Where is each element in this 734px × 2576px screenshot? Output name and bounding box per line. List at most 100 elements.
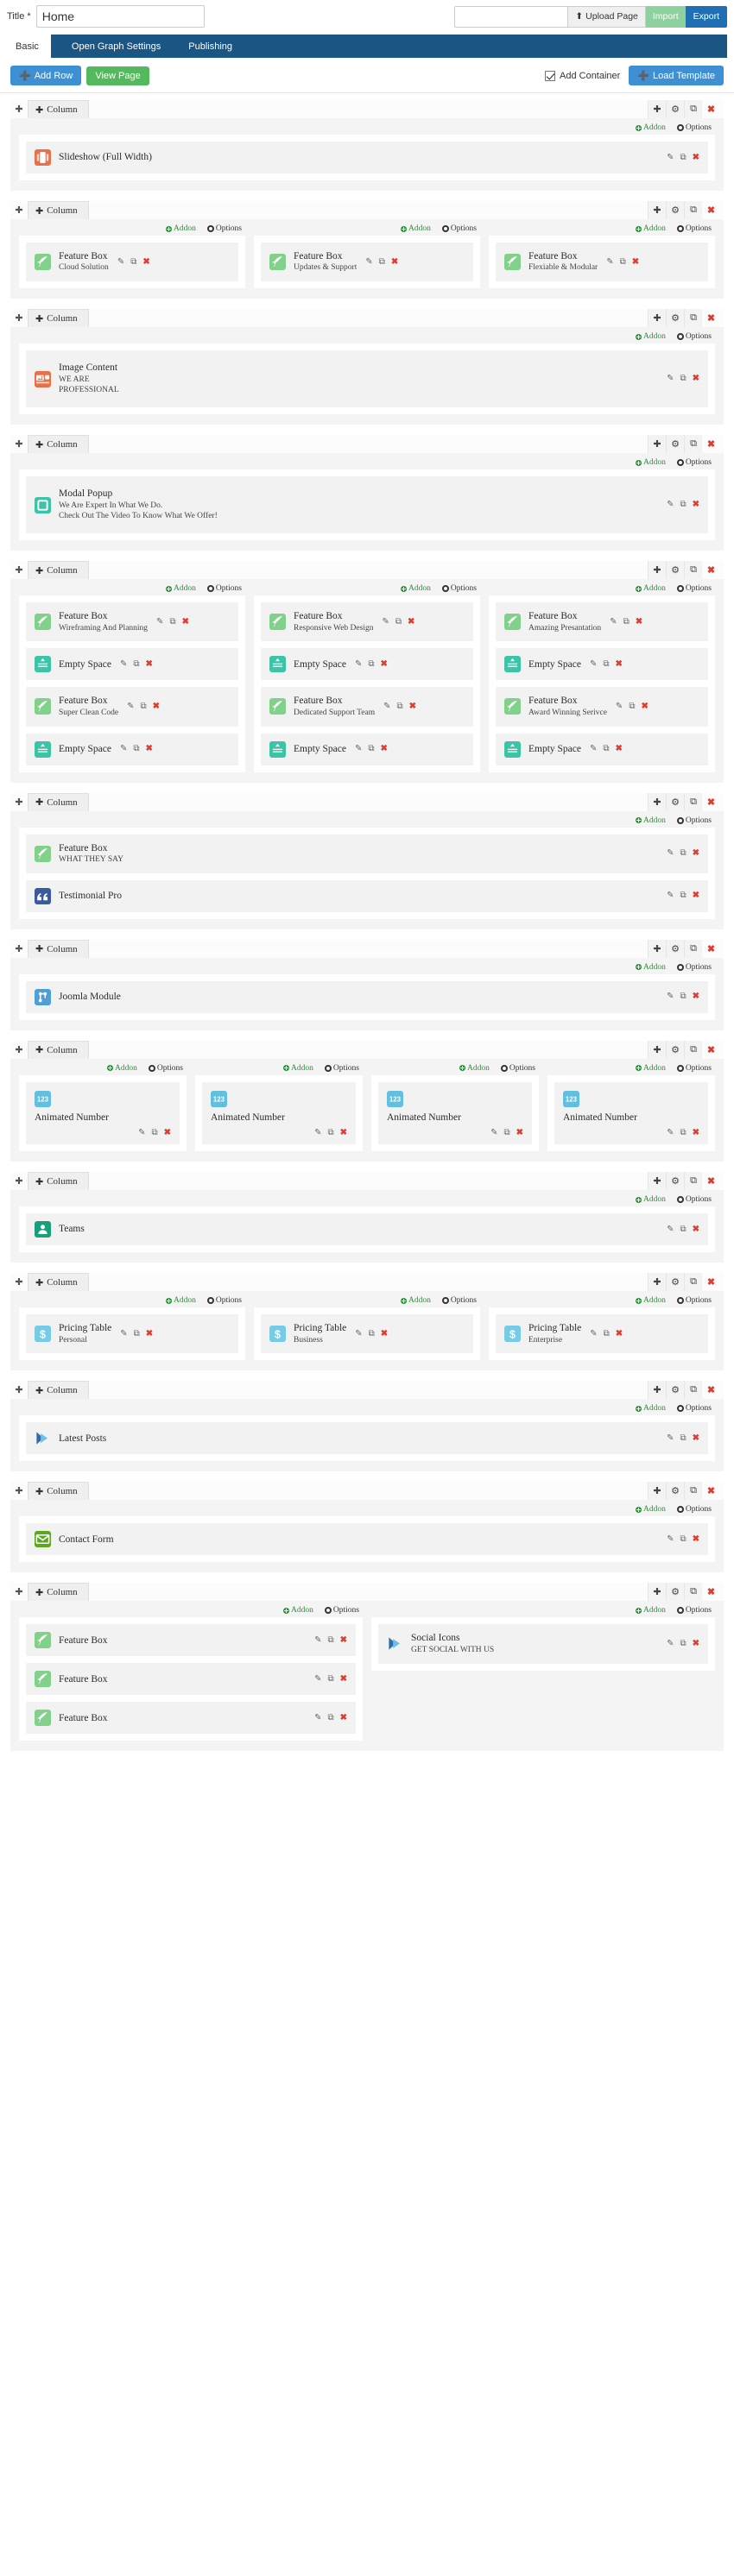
duplicate-icon[interactable]: ⧉ — [680, 891, 686, 900]
duplicate-icon[interactable]: ⧉ — [680, 849, 686, 858]
row-duplicate-icon[interactable]: ⧉ — [684, 793, 702, 811]
addon-item[interactable]: 123Animated Number✎⧉✖ — [554, 1082, 708, 1144]
add-column-button[interactable]: ✚Column — [28, 435, 89, 453]
column-options-button[interactable]: Options — [677, 584, 712, 593]
column-options-button[interactable]: Options — [149, 1064, 183, 1073]
duplicate-icon[interactable]: ⧉ — [620, 258, 626, 267]
row-drag-handle[interactable]: ✚ — [10, 1485, 28, 1496]
delete-icon[interactable]: ✖ — [381, 1330, 388, 1338]
add-addon-button[interactable]: Addon — [636, 816, 666, 825]
delete-icon[interactable]: ✖ — [616, 1330, 623, 1338]
delete-icon[interactable]: ✖ — [340, 1636, 347, 1645]
row-add-icon[interactable]: ✚ — [648, 201, 666, 219]
delete-icon[interactable]: ✖ — [693, 1640, 699, 1648]
addon-item[interactable]: Feature BoxAmazing Presantation✎⧉✖ — [496, 602, 708, 641]
add-addon-button[interactable]: Addon — [636, 1064, 666, 1073]
row-delete-icon[interactable]: ✖ — [702, 1583, 720, 1601]
duplicate-icon[interactable]: ⧉ — [680, 375, 686, 383]
edit-icon[interactable]: ✎ — [156, 618, 163, 627]
duplicate-icon[interactable]: ⧉ — [603, 745, 609, 753]
row-delete-icon[interactable]: ✖ — [702, 1041, 720, 1059]
addon-item[interactable]: Teams✎⧉✖ — [26, 1213, 708, 1245]
edit-icon[interactable]: ✎ — [667, 1640, 674, 1648]
column-options-button[interactable]: Options — [207, 584, 242, 593]
add-column-button[interactable]: ✚Column — [28, 793, 89, 811]
addon-item[interactable]: Feature BoxWHAT THEY SAY✎⧉✖ — [26, 835, 708, 873]
edit-icon[interactable]: ✎ — [355, 1330, 362, 1338]
column-options-button[interactable]: Options — [677, 1064, 712, 1073]
column-options-button[interactable]: Options — [677, 1404, 712, 1413]
edit-icon[interactable]: ✎ — [667, 891, 674, 900]
add-container-checkbox[interactable]: Add Container — [545, 71, 620, 81]
addon-item[interactable]: Feature Box✎⧉✖ — [26, 1702, 356, 1734]
row-duplicate-icon[interactable]: ⧉ — [684, 1172, 702, 1190]
addon-item[interactable]: Feature BoxWireframing And Planning✎⧉✖ — [26, 602, 238, 641]
row-settings-icon[interactable]: ⚙ — [666, 201, 684, 219]
duplicate-icon[interactable]: ⧉ — [327, 1129, 333, 1137]
row-delete-icon[interactable]: ✖ — [702, 201, 720, 219]
edit-icon[interactable]: ✎ — [383, 702, 390, 711]
duplicate-icon[interactable]: ⧉ — [629, 702, 635, 711]
row-duplicate-icon[interactable]: ⧉ — [684, 561, 702, 579]
row-settings-icon[interactable]: ⚙ — [666, 1273, 684, 1291]
row-add-icon[interactable]: ✚ — [648, 435, 666, 453]
row-add-icon[interactable]: ✚ — [648, 1273, 666, 1291]
row-drag-handle[interactable]: ✚ — [10, 205, 28, 216]
add-column-button[interactable]: ✚Column — [28, 1482, 89, 1500]
add-column-button[interactable]: ✚Column — [28, 1041, 89, 1059]
row-settings-icon[interactable]: ⚙ — [666, 100, 684, 118]
row-drag-handle[interactable]: ✚ — [10, 1586, 28, 1597]
edit-icon[interactable]: ✎ — [590, 745, 597, 753]
edit-icon[interactable]: ✎ — [667, 375, 674, 383]
duplicate-icon[interactable]: ⧉ — [680, 1535, 686, 1544]
delete-icon[interactable]: ✖ — [164, 1129, 171, 1137]
add-addon-button[interactable]: Addon — [636, 1606, 666, 1615]
upload-file-input[interactable] — [455, 7, 567, 27]
row-delete-icon[interactable]: ✖ — [702, 1482, 720, 1500]
delete-icon[interactable]: ✖ — [516, 1129, 523, 1137]
addon-item[interactable]: Feature BoxFlexiable & Modular✎⧉✖ — [496, 242, 708, 281]
row-duplicate-icon[interactable]: ⧉ — [684, 1041, 702, 1059]
row-settings-icon[interactable]: ⚙ — [666, 1381, 684, 1399]
add-column-button[interactable]: ✚Column — [28, 1381, 89, 1399]
row-duplicate-icon[interactable]: ⧉ — [684, 1583, 702, 1601]
column-options-button[interactable]: Options — [325, 1606, 359, 1615]
add-column-button[interactable]: ✚Column — [28, 309, 89, 327]
edit-icon[interactable]: ✎ — [590, 660, 597, 669]
row-settings-icon[interactable]: ⚙ — [666, 1041, 684, 1059]
add-column-button[interactable]: ✚Column — [28, 561, 89, 579]
row-duplicate-icon[interactable]: ⧉ — [684, 1482, 702, 1500]
row-settings-icon[interactable]: ⚙ — [666, 1482, 684, 1500]
add-row-button[interactable]: ➕ Add Row — [10, 66, 81, 85]
column-options-button[interactable]: Options — [442, 224, 477, 233]
row-drag-handle[interactable]: ✚ — [10, 438, 28, 450]
addon-item[interactable]: Feature BoxAward Winning Serivce✎⧉✖ — [496, 687, 708, 726]
delete-icon[interactable]: ✖ — [693, 1434, 699, 1443]
column-options-button[interactable]: Options — [325, 1064, 359, 1073]
edit-icon[interactable]: ✎ — [667, 501, 674, 509]
row-delete-icon[interactable]: ✖ — [702, 1172, 720, 1190]
row-duplicate-icon[interactable]: ⧉ — [684, 1381, 702, 1399]
edit-icon[interactable]: ✎ — [314, 1129, 321, 1137]
delete-icon[interactable]: ✖ — [693, 1129, 699, 1137]
column-options-button[interactable]: Options — [677, 1505, 712, 1514]
duplicate-icon[interactable]: ⧉ — [133, 745, 139, 753]
add-addon-button[interactable]: Addon — [636, 332, 666, 341]
delete-icon[interactable]: ✖ — [340, 1129, 347, 1137]
addon-item[interactable]: 123Animated Number✎⧉✖ — [378, 1082, 532, 1144]
column-options-button[interactable]: Options — [677, 1606, 712, 1615]
edit-icon[interactable]: ✎ — [314, 1675, 321, 1684]
duplicate-icon[interactable]: ⧉ — [133, 660, 139, 669]
addon-item[interactable]: Empty Space✎⧉✖ — [261, 734, 473, 765]
edit-icon[interactable]: ✎ — [590, 1330, 597, 1338]
duplicate-icon[interactable]: ⧉ — [680, 1225, 686, 1234]
delete-icon[interactable]: ✖ — [693, 1535, 699, 1544]
delete-icon[interactable]: ✖ — [153, 702, 160, 711]
duplicate-icon[interactable]: ⧉ — [603, 660, 609, 669]
add-column-button[interactable]: ✚Column — [28, 1273, 89, 1291]
row-drag-handle[interactable]: ✚ — [10, 312, 28, 324]
view-page-button[interactable]: View Page — [86, 66, 149, 85]
edit-icon[interactable]: ✎ — [667, 849, 674, 858]
row-duplicate-icon[interactable]: ⧉ — [684, 940, 702, 958]
delete-icon[interactable]: ✖ — [381, 745, 388, 753]
